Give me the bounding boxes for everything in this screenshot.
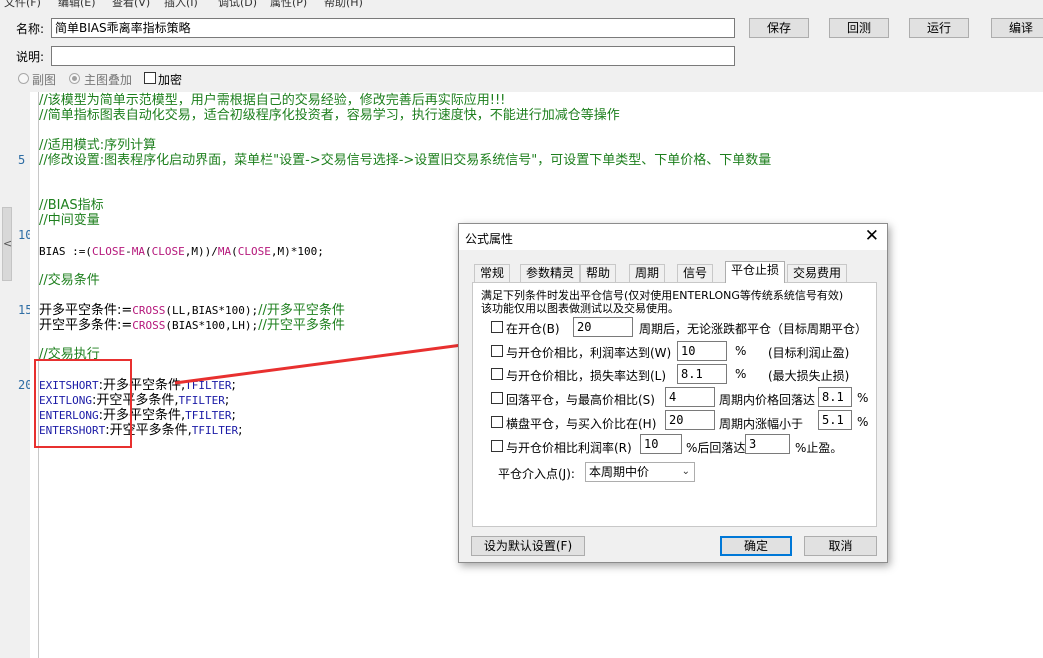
stop-loss-suffix: (最大损失止损) <box>768 369 850 383</box>
dialog-title-bar: 公式属性 ✕ <box>459 224 887 250</box>
stop-loss-input[interactable]: 8.1 <box>677 364 727 384</box>
close-stoploss-panel: 满足下列条件时发出平仓信号(仅对使用ENTERLONG等传统系统信号有效) 该功… <box>472 282 877 527</box>
entry-point-value: 本周期中价 <box>589 465 650 479</box>
sideways-close-label: 横盘平仓，与买入价比在(H) <box>506 417 657 431</box>
take-profit-input[interactable]: 10 <box>677 341 727 361</box>
tab-close-stoploss[interactable]: 平仓止损 <box>725 261 786 283</box>
tab-general[interactable]: 常规 <box>474 264 511 282</box>
panel-note-2: 该功能仅用以图表做测试以及交易使用。 <box>481 302 679 315</box>
close-icon[interactable]: ✕ <box>865 226 879 246</box>
trailing-suffix: %止盈。 <box>795 441 843 455</box>
pullback-close-checkbox[interactable] <box>491 392 503 404</box>
cancel-button[interactable]: 取消 <box>804 536 877 556</box>
sideways-mid-label: 周期内涨幅小于 <box>719 417 804 431</box>
trailing-profit-input[interactable]: 10 <box>640 434 682 454</box>
dialog-title: 公式属性 <box>465 232 514 246</box>
pullback-close-label: 回落平仓，与最高价相比(S) <box>506 393 655 407</box>
trailing-profit-checkbox[interactable] <box>491 440 503 452</box>
sideways-close-checkbox[interactable] <box>491 416 503 428</box>
close-after-bars-checkbox[interactable] <box>491 321 503 333</box>
tab-help[interactable]: 帮助 <box>580 264 617 282</box>
sideways-bars-input[interactable]: 20 <box>665 410 715 430</box>
sideways-percent-input[interactable]: 5.1 <box>818 410 852 430</box>
pullback-percent-input[interactable]: 8.1 <box>818 387 852 407</box>
close-after-bars-suffix: 周期后，无论涨跌都平仓（目标周期平仓） <box>639 322 868 336</box>
pullback-percent-sign: % <box>857 391 869 405</box>
pullback-bars-input[interactable]: 4 <box>665 387 715 407</box>
tab-parameter-wizard[interactable]: 参数精灵 <box>520 264 581 282</box>
trailing-pullback-input[interactable]: 3 <box>745 434 790 454</box>
tab-trading-fees[interactable]: 交易费用 <box>787 264 848 282</box>
take-profit-percent: % <box>735 344 747 358</box>
take-profit-checkbox[interactable] <box>491 345 503 357</box>
ok-button[interactable]: 确定 <box>720 536 792 556</box>
sideways-percent-sign: % <box>857 415 869 429</box>
stop-loss-label: 与开仓价相比，损失率达到(L) <box>506 369 667 383</box>
set-default-button[interactable]: 设为默认设置(F) <box>471 536 585 556</box>
entry-point-label: 平仓介入点(J): <box>498 467 575 481</box>
tab-period[interactable]: 周期 <box>629 264 666 282</box>
trailing-profit-label: 与开仓价相比利润率(R) <box>506 441 632 455</box>
tab-signal[interactable]: 信号 <box>677 264 714 282</box>
entry-point-select[interactable]: 本周期中价 ⌄ <box>585 462 695 482</box>
take-profit-suffix: (目标利润止盈) <box>768 346 850 360</box>
stop-loss-checkbox[interactable] <box>491 368 503 380</box>
stop-loss-percent: % <box>735 367 747 381</box>
close-after-bars-input[interactable]: 20 <box>573 317 633 337</box>
formula-properties-dialog: 公式属性 ✕ 常规 参数精灵 帮助 周期 信号 平仓止损 交易费用 满足下列条件… <box>458 223 888 563</box>
chevron-down-icon: ⌄ <box>681 466 690 477</box>
take-profit-label: 与开仓价相比，利润率达到(W) <box>506 346 672 360</box>
close-after-bars-label: 在开仓(B) <box>506 322 560 336</box>
trailing-mid-label: %后回落达 <box>686 441 746 455</box>
pullback-mid-label: 周期内价格回落达 <box>719 393 816 407</box>
